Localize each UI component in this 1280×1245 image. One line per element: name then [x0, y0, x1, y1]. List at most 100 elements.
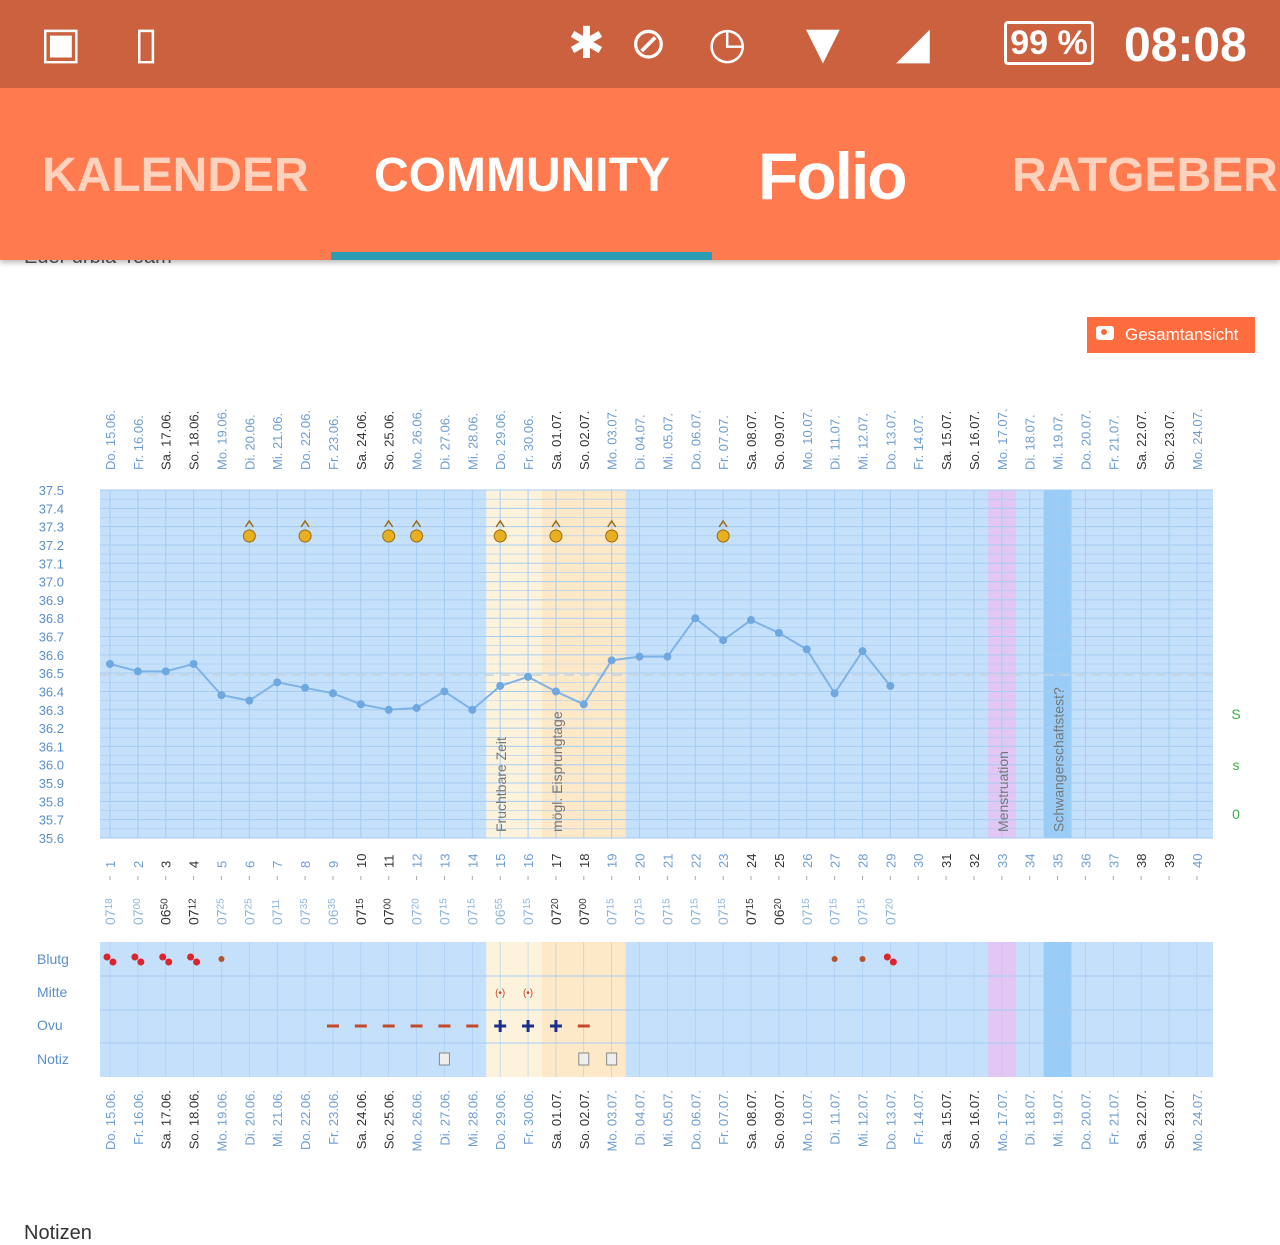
temperature-point	[496, 681, 505, 690]
y-tick-label: 36.2	[39, 721, 64, 736]
image-icon: ▣	[40, 18, 82, 69]
y-tick-label: 37.0	[39, 575, 64, 590]
date-label-top: Fr. 21.07.	[1106, 415, 1121, 470]
date-label-top: Mo. 26.06.	[410, 409, 425, 470]
date-label-bottom: So. 23.07.	[1162, 1090, 1177, 1149]
temperature-point	[579, 700, 588, 709]
time-label: 0715	[632, 898, 648, 925]
temperature-point	[691, 614, 700, 623]
time-label: 0715	[854, 898, 870, 925]
cycle-day-label: 20	[633, 854, 648, 868]
date-label-bottom: Di. 20.06.	[242, 1090, 257, 1146]
cycle-chart: Fruchtbare Zeit mögl. Eisprungtage Menstru…	[37, 409, 1241, 1152]
date-label-top: Mo. 17.07.	[995, 409, 1010, 470]
date-label-bottom: Do. 29.06.	[493, 1090, 508, 1150]
date-label-bottom: So. 16.07.	[967, 1090, 982, 1149]
cycle-day-label: 10	[354, 854, 369, 868]
date-label-top: So. 09.07.	[772, 411, 787, 470]
cycle-day-label: 17	[549, 854, 564, 868]
y-tick-label: 35.6	[39, 831, 64, 846]
date-label-top: Fr. 16.06.	[131, 415, 146, 470]
date-label-bottom: Mi. 28.06.	[465, 1090, 480, 1147]
date-label-bottom: Mi. 21.06.	[270, 1090, 285, 1147]
date-label-top: Mi. 28.06.	[465, 413, 480, 470]
heart-marker-icon	[605, 529, 619, 543]
date-label-bottom: Fr. 23.06.	[326, 1090, 341, 1145]
date-label-top: Sa. 08.07.	[744, 411, 759, 470]
date-label-bottom: Mo. 26.06.	[410, 1090, 425, 1151]
temperature-point	[663, 652, 672, 661]
date-label-bottom: Fr. 14.07.	[911, 1090, 926, 1145]
date-label-top: Mo. 10.07.	[800, 409, 815, 470]
temperature-point	[830, 689, 839, 698]
y-tick-label: 36.7	[39, 630, 64, 645]
blood-drop-icon	[187, 953, 195, 961]
date-label-bottom: Do. 15.06.	[103, 1090, 118, 1150]
heart-marker-icon	[242, 529, 256, 543]
blood-drop-light-icon	[218, 956, 225, 962]
temperature-point	[719, 636, 728, 645]
date-label-top: So. 23.07.	[1162, 411, 1177, 470]
temperature-point	[328, 689, 337, 698]
cycle-day-label: 9	[326, 861, 341, 868]
date-label-top: Fr. 07.07.	[716, 415, 731, 470]
date-label-top: Di. 11.07.	[828, 415, 843, 470]
cycle-day-label: 32	[967, 854, 982, 868]
time-label: 0715	[659, 898, 675, 925]
row-label: Ovu	[37, 1017, 63, 1033]
date-label-top: Mi. 05.07.	[660, 413, 675, 470]
time-label: 0720	[882, 898, 898, 925]
cycle-day-label: 18	[577, 854, 592, 868]
tab-ratgeber[interactable]: RATGEBER	[1012, 146, 1278, 206]
date-label-top: Mo. 03.07.	[605, 409, 620, 470]
y-tick-label: 36.9	[39, 593, 64, 608]
time-label: 0715	[799, 898, 815, 925]
mittelschmerz-marker: (•)	[523, 988, 533, 999]
date-label-bottom: Sa. 24.06.	[354, 1090, 369, 1149]
alarm-icon: ◷	[708, 18, 747, 69]
tab-kalender[interactable]: KALENDER	[42, 146, 309, 206]
cycle-day-label: 40	[1190, 854, 1205, 868]
time-label: 0715	[687, 898, 703, 925]
temperature-point	[635, 652, 644, 661]
time-label: 0715	[604, 898, 620, 925]
cycle-day-label: 36	[1078, 854, 1093, 868]
row-label: Notiz	[37, 1051, 69, 1067]
bluetooth-icon: ✱	[568, 18, 605, 69]
temperature-point	[245, 696, 254, 705]
right-label: 0	[1232, 806, 1240, 822]
time-label: 0712	[186, 898, 202, 925]
date-label-top: Do. 22.06.	[298, 410, 313, 470]
cycle-day-label: 6	[242, 861, 257, 868]
cycle-day-label: 28	[855, 854, 870, 868]
time-label: 0720	[548, 898, 564, 925]
folio-logo[interactable]: Folio	[758, 138, 908, 214]
heart-marker-icon	[493, 529, 507, 543]
cycle-day-label: 3	[159, 861, 174, 868]
date-label-top: Mi. 19.07.	[1051, 413, 1066, 470]
date-label-top: Sa. 24.06.	[354, 411, 369, 470]
date-label-top: So. 02.07.	[577, 411, 592, 470]
date-label-bottom: Sa. 15.07.	[939, 1090, 954, 1149]
date-label-bottom: Do. 20.07.	[1078, 1090, 1093, 1150]
wifi-icon: ▼	[806, 18, 840, 69]
time-label: 0715	[464, 898, 480, 925]
temperature-point	[133, 667, 142, 676]
time-label: 0715	[520, 898, 536, 925]
band-label-3: Schwangerschaftstest?	[1051, 687, 1067, 832]
date-label-bottom: Mo. 24.07.	[1190, 1090, 1205, 1151]
blood-drop-icon	[131, 953, 139, 961]
blood-drop-icon	[137, 958, 145, 966]
clock: 08:08	[1124, 19, 1247, 72]
time-label: 0700	[576, 898, 592, 925]
date-label-top: So. 25.06.	[382, 411, 397, 470]
tab-community[interactable]: COMMUNITY	[374, 146, 670, 206]
cycle-day-label: 26	[800, 854, 815, 868]
date-label-bottom: So. 18.06.	[187, 1090, 202, 1149]
blood-drop-icon	[883, 953, 891, 961]
time-label: 0700	[381, 898, 397, 925]
date-label-bottom: Di. 11.07.	[828, 1090, 843, 1145]
date-label-top: Mo. 24.07.	[1190, 409, 1205, 470]
date-label-top: Fr. 30.06.	[521, 415, 536, 470]
date-label-top: Mo. 19.06.	[214, 409, 229, 470]
